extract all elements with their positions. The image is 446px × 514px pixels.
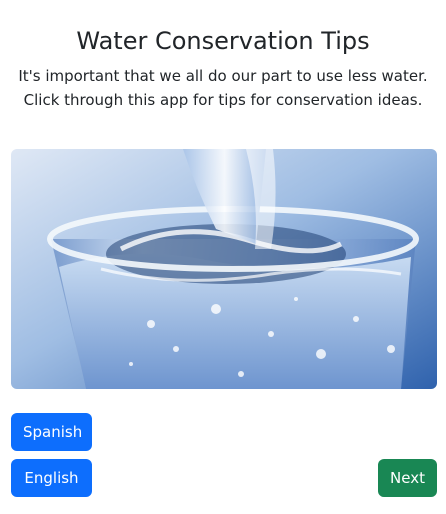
water-glass-image xyxy=(11,149,437,389)
next-button[interactable]: Next xyxy=(378,459,437,497)
page-title: Water Conservation Tips xyxy=(76,27,370,55)
intro-text: It's important that we all do our part t… xyxy=(18,67,428,109)
english-button[interactable]: English xyxy=(11,459,92,497)
app-screen: Water Conservation Tips It's important t… xyxy=(0,0,446,514)
spanish-button[interactable]: Spanish xyxy=(11,413,92,451)
